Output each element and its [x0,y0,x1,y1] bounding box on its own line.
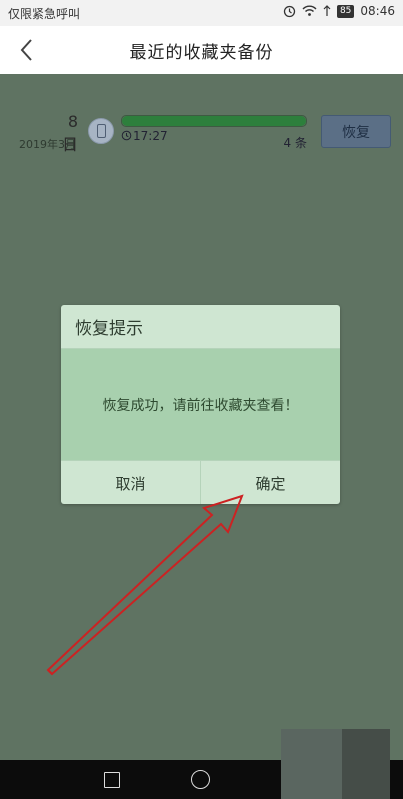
status-icons: 85 08:46 [283,4,395,18]
confirm-button[interactable]: 确定 [200,461,340,504]
cancel-button[interactable]: 取消 [61,461,200,504]
signal-icon [323,5,331,16]
backup-count: 4 条 [283,136,307,150]
alarm-icon [283,5,296,17]
carrier-text: 仅限紧急呼叫 [8,7,81,21]
backup-progress-bar [121,115,307,127]
dialog-message: 恢复成功，请前往收藏夹查看！ [61,349,340,460]
overlay-block [342,729,390,799]
phone-icon [88,118,114,144]
dialog-actions: 取消 确定 [61,460,340,504]
wifi-icon [302,5,317,16]
backup-time: 17:27 [133,129,168,143]
overlay-block [281,729,342,799]
clock-icon [121,130,132,141]
backup-progress-fill [122,116,306,126]
clock-text: 08:46 [360,4,395,18]
home-icon[interactable] [191,770,210,789]
page-title: 最近的收藏夹备份 [129,43,274,63]
status-bar: 仅限紧急呼叫 85 08:46 [0,0,403,26]
dialog-title: 恢复提示 [61,305,340,349]
restore-dialog: 恢复提示 恢复成功，请前往收藏夹查看！ 取消 确定 [61,305,340,504]
recent-apps-icon[interactable] [104,772,120,788]
nav-header: 最近的收藏夹备份 [0,26,403,74]
backup-month: 2019年3月 [19,138,76,151]
restore-button[interactable]: 恢复 [321,115,391,148]
battery-indicator: 85 [336,4,355,18]
